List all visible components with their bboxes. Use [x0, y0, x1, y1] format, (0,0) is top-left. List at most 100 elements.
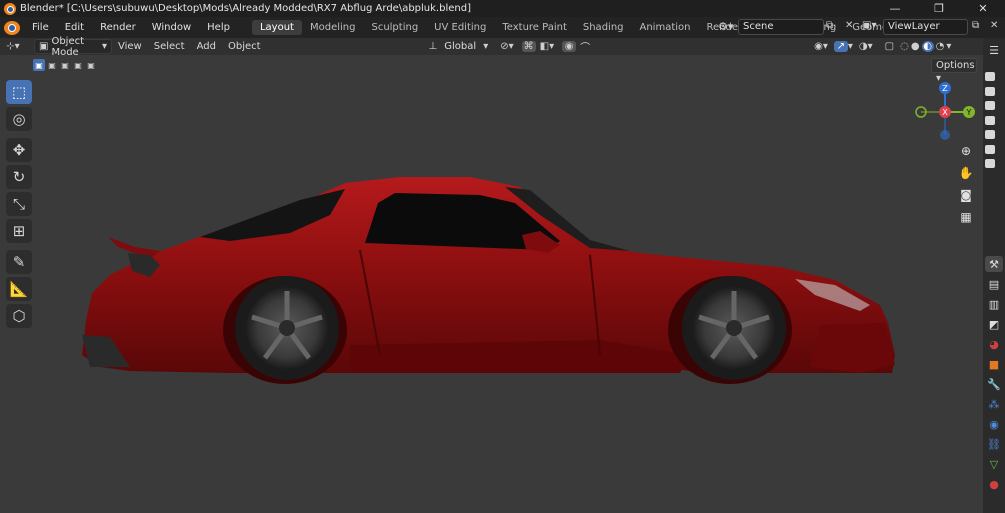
camera-icon[interactable]: [985, 86, 995, 96]
view-layer-properties-icon[interactable]: ◩: [985, 316, 1003, 332]
tab-modeling[interactable]: Modeling: [302, 20, 364, 35]
tab-animation[interactable]: Animation: [632, 20, 699, 35]
front-bumper: [810, 323, 895, 373]
tab-layout[interactable]: Layout: [251, 20, 302, 35]
3d-viewport[interactable]: ▣ ▣ ▣ ▣ ▣ Z Y X ⊕ ✋ ◙ ▦: [0, 55, 980, 513]
camera-icon[interactable]: [985, 101, 995, 110]
orientation-label: Global: [444, 41, 477, 52]
perspective-toggle-icon[interactable]: ▦: [956, 207, 976, 227]
rear-hub: [279, 320, 295, 336]
delete-view-layer-icon[interactable]: ✕: [990, 20, 998, 31]
visibility-icon[interactable]: ◉▾: [814, 41, 828, 52]
tab-texture-paint[interactable]: Texture Paint: [494, 20, 575, 35]
chevron-down-icon[interactable]: ▾: [848, 41, 853, 52]
menu-file[interactable]: File: [24, 22, 57, 33]
zoom-icon[interactable]: ⊕: [956, 141, 976, 161]
overlays-icon[interactable]: ◑▾: [859, 41, 873, 52]
cursor-tool-icon[interactable]: ◎: [6, 107, 32, 131]
world-properties-icon[interactable]: ■: [985, 356, 1003, 372]
move-tool-icon[interactable]: ✥: [6, 138, 32, 162]
measure-tool-icon[interactable]: 📐: [6, 277, 32, 301]
header-menu-view[interactable]: View: [112, 41, 148, 52]
tab-uv-editing[interactable]: UV Editing: [426, 20, 494, 35]
scene-selector[interactable]: Scene: [738, 19, 824, 35]
snap-target-icon[interactable]: ◧▾: [540, 41, 554, 52]
proportional-falloff-icon[interactable]: ⌒: [580, 39, 590, 54]
gizmo-y-label: Y: [966, 108, 972, 117]
wireframe-shading-icon[interactable]: ◌: [900, 41, 909, 52]
blender-menu-icon[interactable]: [4, 20, 20, 35]
view-layer-icon[interactable]: ▣▾: [862, 20, 876, 31]
options-dropdown[interactable]: Options ▾: [931, 58, 977, 84]
transform-tool-icon[interactable]: ⊞: [6, 219, 32, 243]
menu-help[interactable]: Help: [199, 22, 238, 33]
constraints-properties-icon[interactable]: ⛓: [985, 436, 1003, 452]
modifier-properties-icon[interactable]: 🔧: [985, 376, 1003, 392]
camera-icon[interactable]: [985, 72, 995, 81]
select-box-tool-icon[interactable]: ⬚: [6, 80, 32, 104]
menu-render[interactable]: Render: [92, 22, 144, 33]
close-button[interactable]: ✕: [961, 0, 1005, 17]
menu-window[interactable]: Window: [144, 22, 199, 33]
new-scene-icon[interactable]: ⧉: [826, 20, 833, 31]
physics-properties-icon[interactable]: ◉: [985, 416, 1003, 432]
gizmo-z-label: Z: [942, 84, 948, 93]
output-properties-icon[interactable]: ▥: [985, 296, 1003, 312]
view-layer-name: ViewLayer: [888, 21, 940, 32]
delete-scene-icon[interactable]: ✕: [845, 20, 853, 31]
camera-icon[interactable]: [985, 159, 995, 168]
outliner-icon[interactable]: ☰: [985, 42, 1003, 58]
header-menu-add[interactable]: Add: [191, 41, 222, 52]
window-controls: — ❐ ✕: [873, 0, 1005, 17]
chevron-down-icon: ▾: [101, 41, 107, 52]
data-properties-icon[interactable]: ▽: [985, 456, 1003, 472]
title-bar: Blender* [C:\Users\subuwu\Desktop\Mods\A…: [0, 0, 1005, 17]
rotate-tool-icon[interactable]: ↻: [6, 165, 32, 189]
viewport-header: ⊹▾ ▣ Object Mode ▾ View Select Add Objec…: [0, 36, 1005, 58]
transform-orientation-icon[interactable]: ⊥: [429, 41, 438, 52]
gizmo-toggle-icon[interactable]: ↗: [833, 41, 848, 52]
pivot-point-icon[interactable]: ⊘▾: [500, 41, 513, 52]
camera-icon[interactable]: [985, 130, 995, 139]
header-menu-object[interactable]: Object: [222, 41, 267, 52]
car-model[interactable]: [0, 55, 980, 513]
scale-tool-icon[interactable]: ⤡: [6, 192, 32, 216]
scene-properties-icon[interactable]: ◕: [985, 336, 1003, 352]
camera-view-icon[interactable]: ◙: [956, 185, 976, 205]
minimize-button[interactable]: —: [873, 0, 917, 17]
rendered-shading-icon[interactable]: ◔: [936, 41, 945, 52]
camera-icon[interactable]: [985, 144, 995, 154]
gizmo-z-negative[interactable]: [940, 130, 950, 140]
particles-properties-icon[interactable]: ⁂: [985, 396, 1003, 412]
editor-type-icon[interactable]: ⊹▾: [0, 41, 26, 52]
menu-edit[interactable]: Edit: [57, 22, 92, 33]
maximize-button[interactable]: ❐: [917, 0, 961, 17]
window-title: Blender* [C:\Users\subuwu\Desktop\Mods\A…: [20, 3, 471, 14]
render-properties-icon[interactable]: ▤: [985, 276, 1003, 292]
gizmo-x-label: X: [942, 108, 948, 117]
material-properties-icon[interactable]: ●: [985, 476, 1003, 492]
chevron-down-icon: ▾: [936, 73, 942, 84]
tab-shading[interactable]: Shading: [575, 20, 632, 35]
add-cube-tool-icon[interactable]: ⬡: [6, 304, 32, 328]
pan-hand-icon[interactable]: ✋: [956, 163, 976, 183]
navigation-gizmo[interactable]: Z Y X: [910, 77, 980, 147]
xray-icon[interactable]: ▢: [885, 41, 894, 52]
material-shading-icon[interactable]: ◐: [921, 41, 934, 52]
scene-icon[interactable]: ⚙▾: [718, 20, 733, 33]
tool-properties-icon[interactable]: ⚒: [985, 256, 1003, 272]
chevron-down-icon: ▾: [483, 41, 489, 52]
annotate-tool-icon[interactable]: ✎: [6, 250, 32, 274]
solid-shading-icon[interactable]: ●: [911, 41, 920, 52]
header-menu-select[interactable]: Select: [148, 41, 191, 52]
chevron-down-icon[interactable]: ▾: [946, 41, 951, 52]
tool-shelf: ⬚ ◎ ✥ ↻ ⤡ ⊞ ✎ 📐 ⬡: [6, 80, 34, 331]
camera-icon[interactable]: [985, 115, 995, 125]
transform-orientation-dropdown[interactable]: Global ▾: [440, 39, 492, 54]
new-view-layer-icon[interactable]: ⧉: [972, 20, 979, 31]
snap-icon[interactable]: ⌘: [521, 41, 536, 52]
proportional-editing-icon[interactable]: ◉: [562, 41, 577, 52]
tab-sculpting[interactable]: Sculpting: [363, 20, 426, 35]
view-layer-selector[interactable]: ViewLayer: [883, 19, 968, 35]
mode-dropdown[interactable]: ▣ Object Mode ▾: [34, 36, 112, 58]
